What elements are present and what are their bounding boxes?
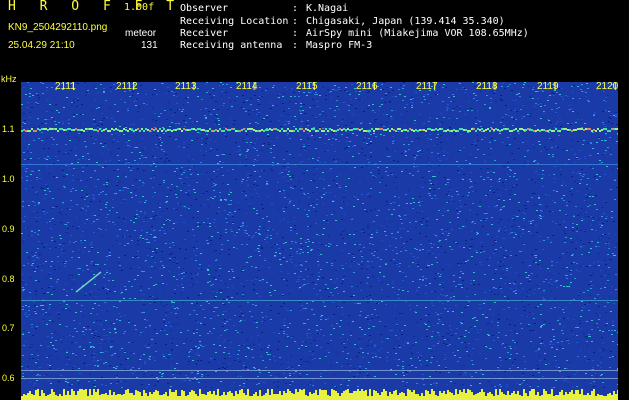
meteor-count: 131 <box>141 40 158 51</box>
reference-line <box>21 300 618 301</box>
x-tick-label: 2118 <box>476 81 498 92</box>
meteor-label: meteor <box>125 28 157 39</box>
x-tick-label: 2117 <box>416 81 438 92</box>
y-tick-label: 0.6 <box>2 373 15 383</box>
x-tick-label: 2113 <box>175 81 197 92</box>
spectrogram-canvas <box>21 82 618 400</box>
observation-datetime: 25.04.29 21:10 <box>8 40 75 51</box>
frequency-unit: kHz <box>1 74 17 84</box>
app-title: H R O F F T <box>8 0 183 14</box>
app-version: 1.00f <box>124 2 155 13</box>
info-separator: : <box>292 16 299 27</box>
x-tick-label: 2120 <box>596 81 619 92</box>
info-separator: : <box>292 40 299 51</box>
x-tick-label: 2111 <box>55 81 76 92</box>
info-value: Chigasaki, Japan (139.414 35.340) <box>306 16 505 27</box>
info-label: Receiving antenna <box>180 40 283 51</box>
x-tick-label: 2116 <box>356 81 378 92</box>
reference-line <box>21 378 618 379</box>
reference-line <box>21 370 618 371</box>
info-row-observer: Observer: K.Nagai <box>180 3 348 15</box>
info-separator: : <box>292 28 299 39</box>
y-tick-label: 1.0 <box>2 174 15 184</box>
spectrogram <box>21 82 618 400</box>
info-label: Receiving Location <box>180 16 289 27</box>
info-value: K.Nagai <box>306 3 349 14</box>
info-row-location: Receiving Location: Chigasaki, Japan (139… <box>180 16 505 28</box>
info-separator: : <box>292 3 299 14</box>
info-row-antenna: Receiving antenna: Maspro FM-3 <box>180 40 372 52</box>
info-value: AirSpy mini (Miakejima VOR 108.65MHz) <box>306 28 529 39</box>
x-tick-label: 2112 <box>116 81 138 92</box>
info-row-receiver: Receiver: AirSpy mini (Miakejima VOR 108.… <box>180 28 529 40</box>
y-tick-label: 0.7 <box>2 323 15 333</box>
y-tick-label: 1.1 <box>2 124 15 134</box>
file-name: KN9_2504292110.png <box>8 22 108 33</box>
y-tick-label: 0.9 <box>2 224 15 234</box>
x-tick-label: 2119 <box>537 81 559 92</box>
info-value: Maspro FM-3 <box>306 40 373 51</box>
y-tick-label: 0.8 <box>2 274 15 284</box>
info-label: Receiver <box>180 28 229 39</box>
hrofft-window: H R O F F T 1.00f KN9_2504292110.png met… <box>0 0 629 400</box>
x-tick-label: 2114 <box>236 81 258 92</box>
reference-line <box>21 164 618 165</box>
info-label: Observer <box>180 3 229 14</box>
x-tick-label: 2115 <box>296 81 318 92</box>
